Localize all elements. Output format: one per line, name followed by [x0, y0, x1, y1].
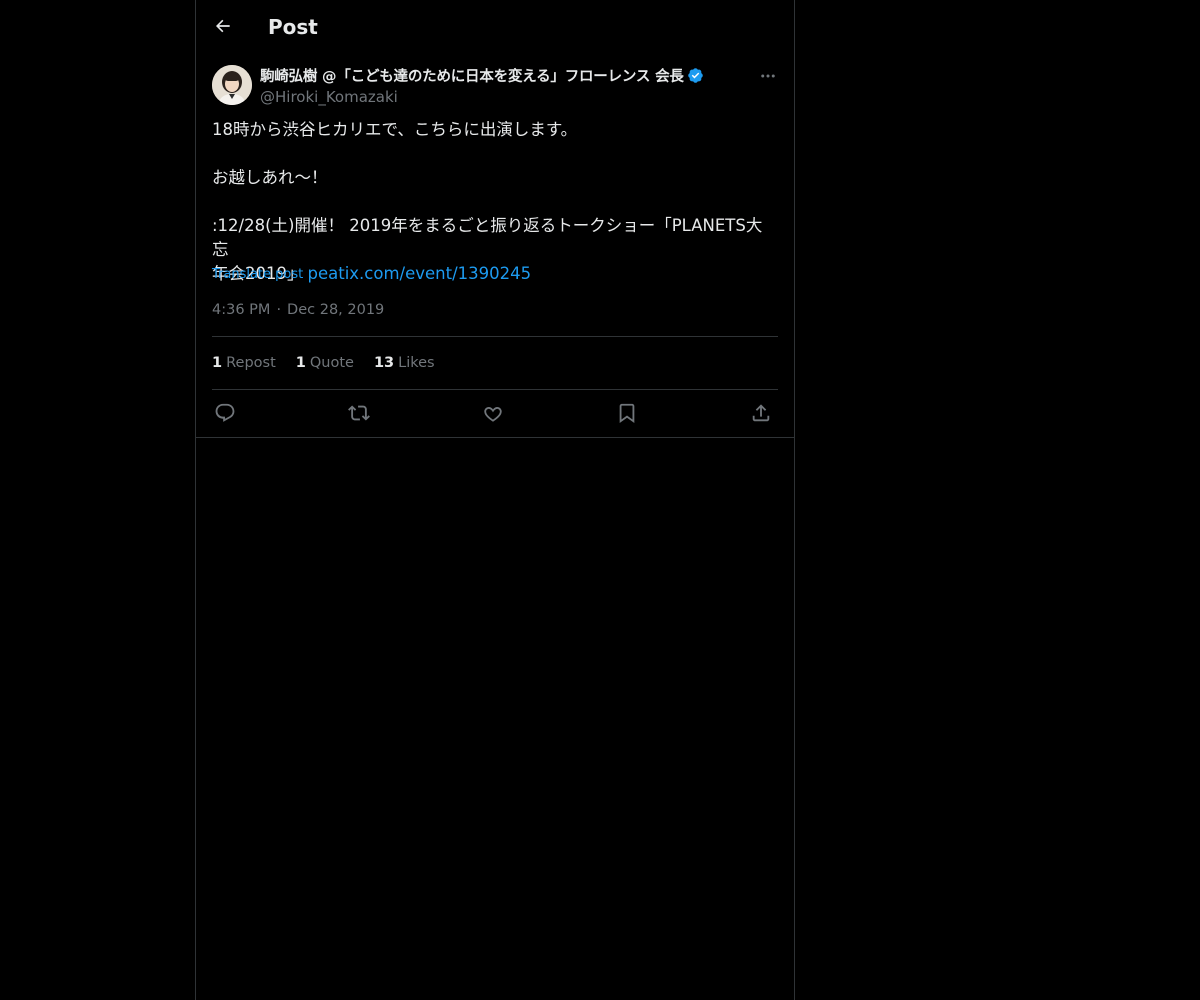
share-button[interactable] — [748, 400, 774, 426]
back-button[interactable] — [208, 11, 238, 41]
post-time[interactable]: 4:36 PM — [212, 302, 270, 318]
divider — [212, 336, 778, 337]
author-info: 駒崎弘樹 @「こども達のために日本を変える」フローレンス 会長 @Hiroki_… — [260, 64, 740, 107]
post-text-line: :12/28(土)開催！ 2019年をまるごと振り返るトークショー「PLANET… — [212, 216, 763, 259]
avatar-image — [212, 65, 252, 105]
post-date[interactable]: Dec 28, 2019 — [287, 302, 384, 318]
back-arrow-icon — [216, 19, 230, 33]
more-options-button[interactable] — [758, 66, 778, 86]
bookmark-button[interactable] — [614, 400, 640, 426]
reply-button[interactable] — [212, 400, 238, 426]
page-title: Post — [268, 15, 318, 39]
author-handle[interactable]: @Hiroki_Komazaki — [260, 87, 740, 107]
action-bar — [212, 400, 778, 426]
separator: · — [276, 302, 282, 318]
like-button[interactable] — [480, 400, 506, 426]
post-bottom-border — [196, 437, 794, 438]
more-icon — [761, 74, 775, 78]
post-text-line: 18時から渋谷ヒカリエで、こちらに出演します。 — [212, 120, 578, 139]
quote-stat[interactable]: 1 Quote — [296, 352, 354, 374]
main-column: Post 駒崎弘樹 @「こども達のために日本を変える」フローレンス 会長 @Hi… — [195, 0, 795, 1000]
post-timestamp: 4:36 PM · Dec 28, 2019 — [212, 300, 384, 320]
post-text: 18時から渋谷ヒカリエで、こちらに出演します。 お越しあれ〜！ :12/28(土… — [212, 118, 778, 286]
verified-badge-icon[interactable] — [687, 67, 704, 84]
engagement-stats: 1 Repost 1 Quote 13 Likes — [212, 352, 435, 374]
top-bar: Post — [196, 0, 794, 53]
translate-post-link[interactable]: Translate post — [212, 265, 303, 285]
share-icon — [752, 404, 770, 422]
repost-icon — [348, 405, 370, 421]
display-name[interactable]: 駒崎弘樹 @「こども達のために日本を変える」フローレンス 会長 — [260, 65, 684, 86]
post-link[interactable]: peatix.com/event/1390245 — [308, 264, 532, 283]
avatar[interactable] — [212, 65, 252, 105]
display-name-row: 駒崎弘樹 @「こども達のために日本を変える」フローレンス 会長 — [260, 64, 740, 86]
repost-stat[interactable]: 1 Repost — [212, 352, 276, 374]
reply-icon — [215, 403, 235, 422]
like-icon — [484, 407, 502, 422]
repost-button[interactable] — [346, 400, 372, 426]
bookmark-icon — [619, 403, 635, 424]
likes-stat[interactable]: 13 Likes — [374, 352, 435, 374]
divider — [212, 389, 778, 390]
post-text-line: お越しあれ〜！ — [212, 168, 328, 187]
